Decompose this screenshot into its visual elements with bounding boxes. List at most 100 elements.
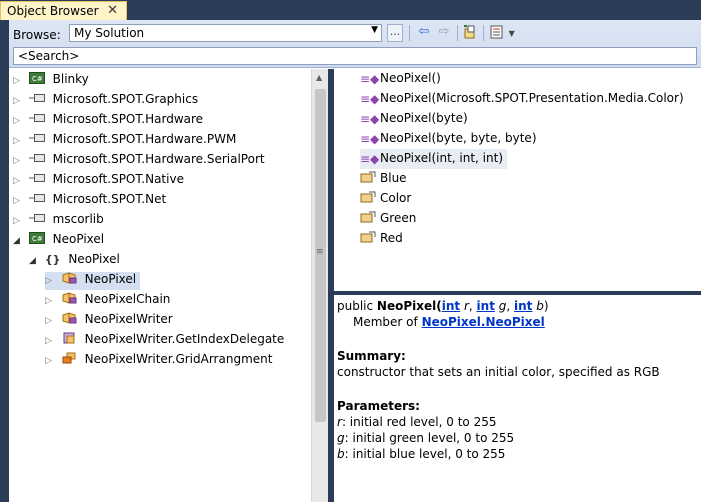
expand-icon[interactable]: ▷ [45,336,57,346]
member-item[interactable]: Blue [360,169,407,189]
member-label: NeoPixel(byte, byte, byte) [380,131,537,145]
search-input[interactable]: <Search> [13,47,697,65]
tree-item-label: Microsoft.SPOT.Graphics [52,92,199,106]
member-label: Blue [380,171,407,185]
class-icon [62,292,77,304]
expand-icon[interactable]: ▷ [13,156,25,166]
tree-item-reference[interactable]: ▷ Microsoft.SPOT.Hardware.SerialPort [13,152,265,170]
tree-item-delegate[interactable]: ▷ NeoPixelWriter.GetIndexDelegate [45,332,284,350]
close-icon[interactable]: ✕ [107,3,118,18]
expand-icon[interactable]: ▷ [45,276,57,286]
expand-icon[interactable]: ▷ [13,116,25,126]
member-label: Red [380,231,403,245]
tree-item-reference[interactable]: ▷ Microsoft.SPOT.Hardware.PWM [13,132,236,150]
expand-icon[interactable]: ▷ [45,316,57,326]
tree-item-reference[interactable]: ▷ Microsoft.SPOT.Hardware [13,112,203,130]
expand-icon[interactable]: ▷ [13,76,25,86]
summary-heading: Summary: [337,349,406,363]
chevron-down-icon: ▼ [371,25,378,35]
property-icon [360,191,376,203]
type-link[interactable]: int [442,299,460,313]
tree-item-label: NeoPixelWriter.GetIndexDelegate [84,332,285,346]
constructor-icon: ≡◆ [360,112,380,126]
param-line: g: initial green level, 0 to 255 [337,430,698,446]
reference-icon [28,114,45,122]
class-link[interactable]: NeoPixel [485,315,544,329]
member-of-label: Member of [353,315,422,329]
tree-item-reference[interactable]: ▷ Microsoft.SPOT.Net [13,192,166,210]
description-pane: public NeoPixel(int r, int g, int b) Mem… [334,295,701,502]
csharp-project-icon: C# [28,72,45,84]
tree-item-blinky[interactable]: ▷ C# Blinky [13,72,89,90]
tree-item-neopixel-namespace[interactable]: ◢ {} NeoPixel [29,252,120,270]
csharp-project-icon: C# [28,232,45,244]
tree-item-class[interactable]: ▷ NeoPixelChain [45,292,170,310]
tree-item-reference[interactable]: ▷ Microsoft.SPOT.Native [13,172,184,190]
reference-icon [28,194,45,202]
param-description: : initial red level, 0 to 255 [341,415,497,429]
parameters-heading: Parameters: [337,399,420,413]
member-label: NeoPixel() [380,71,441,85]
browse-scope-select[interactable]: My Solution ▼ [69,24,382,42]
expand-icon[interactable]: ▷ [13,96,25,106]
tree-item-label: Microsoft.SPOT.Hardware.PWM [52,132,237,146]
member-label: NeoPixel(Microsoft.SPOT.Presentation.Med… [380,91,684,105]
namespace-link[interactable]: NeoPixel [422,315,481,329]
param-line: r: initial red level, 0 to 255 [337,414,698,430]
grip-icon: ≡ [316,247,324,257]
member-item[interactable]: Red [360,229,403,249]
toolbar-separator [409,25,410,41]
param-name: g [337,431,345,445]
constructor-icon: ≡◆ [360,92,380,106]
expand-icon[interactable]: ▷ [13,216,25,226]
param-name: b [337,447,345,461]
type-link[interactable]: int [477,299,495,313]
member-item[interactable]: Color [360,189,411,209]
class-icon [62,272,77,284]
param-name: b [532,299,544,313]
collapse-icon[interactable]: ◢ [13,236,25,246]
signature-name: NeoPixel [376,299,437,313]
tree-item-label: NeoPixelWriter [84,312,173,326]
tree-item-neopixel-project[interactable]: ◢ C# NeoPixel [13,232,104,250]
tree-item-reference[interactable]: ▷ Microsoft.SPOT.Graphics [13,92,198,110]
tree-item-label: NeoPixelChain [84,292,171,306]
collapse-icon[interactable]: ◢ [29,256,41,266]
browse-more-button[interactable]: ... [387,24,403,42]
member-of-line: Member of NeoPixel.NeoPixel [337,314,698,330]
tab-strip: Object Browser ✕ [0,0,701,20]
member-item[interactable]: Green [360,209,416,229]
tree-item-label: Blinky [52,72,89,86]
member-item[interactable]: ≡◆NeoPixel() [360,69,441,89]
tab-object-browser[interactable]: Object Browser ✕ [0,1,127,20]
tree-item-neopixel-class[interactable]: ▷ NeoPixel [45,272,141,290]
expand-icon[interactable]: ▷ [13,196,25,206]
type-link[interactable]: int [514,299,532,313]
member-item[interactable]: ≡◆NeoPixel(byte) [360,109,468,129]
expand-icon[interactable]: ▷ [13,176,25,186]
back-arrow-icon[interactable]: ⇦ [415,24,433,42]
member-item-selected[interactable]: ≡◆NeoPixel(int, int, int) [360,149,508,169]
add-reference-icon[interactable] [461,24,479,42]
tree-item-class[interactable]: ▷ NeoPixelWriter [45,312,173,330]
member-item[interactable]: ≡◆NeoPixel(byte, byte, byte) [360,129,537,149]
expand-icon[interactable]: ▷ [13,136,25,146]
tree-item-reference[interactable]: ▷ mscorlib [13,212,104,230]
scroll-up-arrow-icon[interactable]: ▲ [316,73,322,82]
tree-item-enum[interactable]: ▷ NeoPixelWriter.GridArrangment [45,352,272,370]
param-name: g [494,299,507,313]
settings-dropdown-button[interactable]: ▼ [487,24,517,42]
expand-icon[interactable]: ▷ [45,296,57,306]
param-name: r [460,299,469,313]
signature-paren: ) [543,299,549,313]
svg-text:C#: C# [32,235,43,243]
tree-item-label: Microsoft.SPOT.Native [52,172,184,186]
signature-line: public NeoPixel(int r, int g, int b) [337,298,698,314]
expand-icon[interactable]: ▷ [45,356,57,366]
chevron-down-icon: ▼ [508,29,515,38]
forward-arrow-icon[interactable]: ⇨ [435,24,453,42]
constructor-icon: ≡◆ [360,152,380,166]
tree-scrollbar[interactable]: ▲ ≡ [311,69,328,502]
member-item[interactable]: ≡◆NeoPixel(Microsoft.SPOT.Presentation.M… [360,89,684,109]
objects-tree: ▷ C# Blinky ▷ Microsoft.SPOT.Graphics ▷ … [9,69,311,502]
